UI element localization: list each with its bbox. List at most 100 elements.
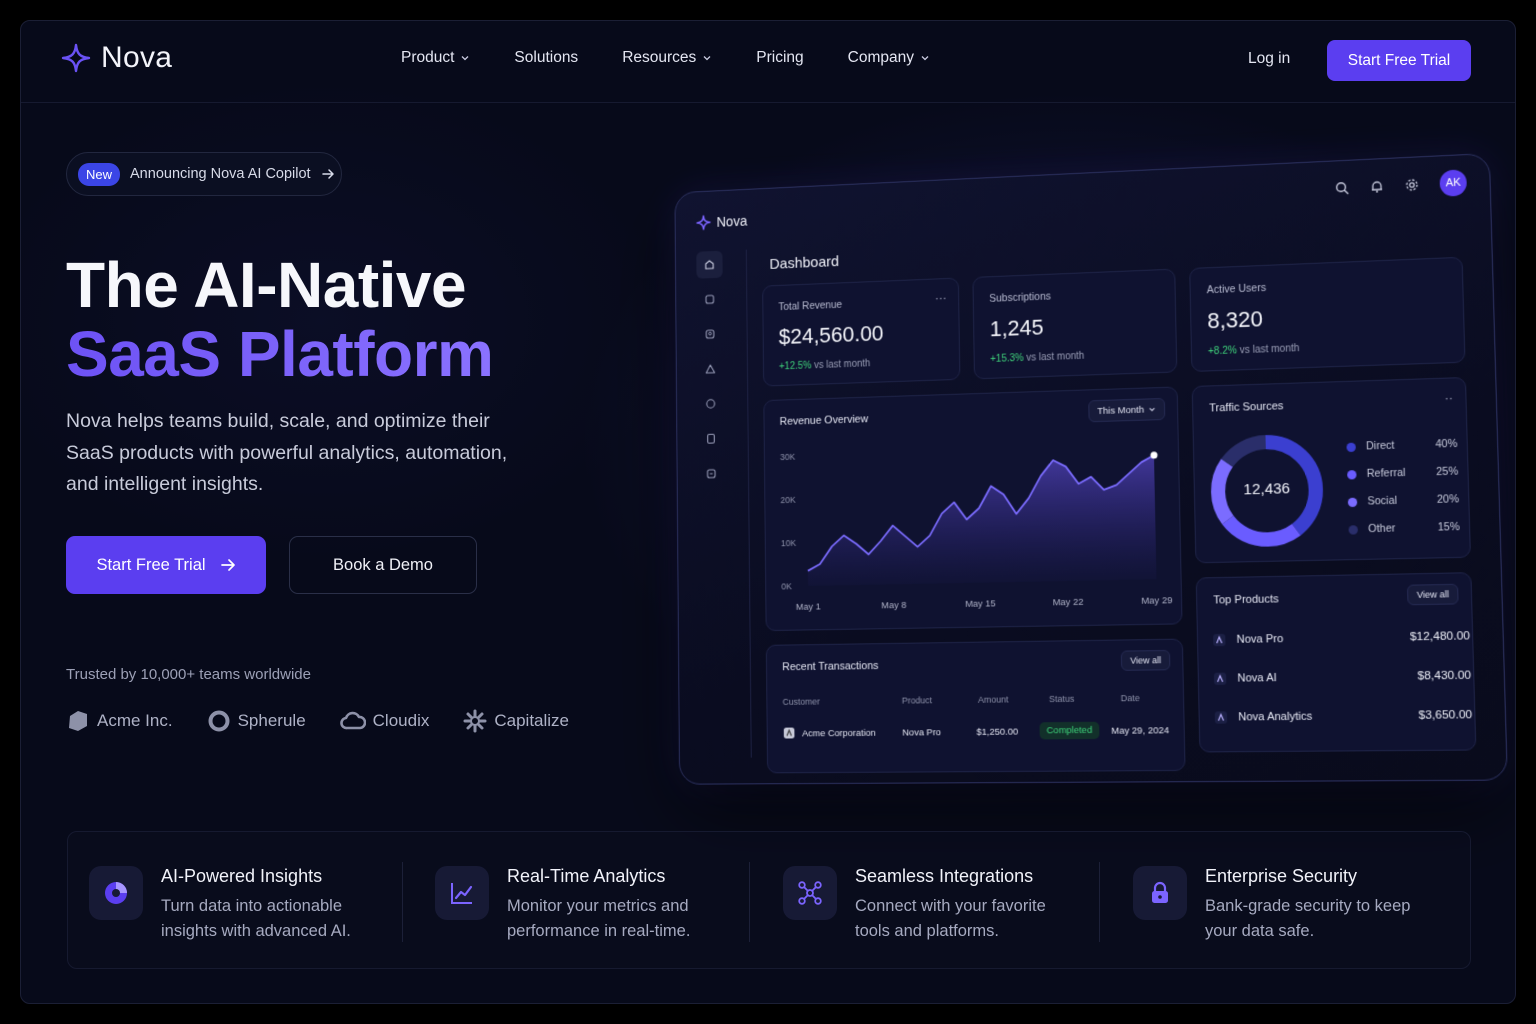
dashboard-preview: Nova AK Dashboard Total Revenue ··· $24,…	[621, 141, 1508, 821]
reports-icon	[705, 433, 716, 445]
feature-divider	[749, 862, 750, 942]
traffic-sources-title: Traffic Sources	[1209, 400, 1284, 415]
column-header-date: Date	[1120, 692, 1140, 704]
x-tick-label: May 15	[965, 598, 996, 609]
feature-title: Enterprise Security	[1205, 866, 1358, 886]
revenue-overview-card: Revenue Overview This Month 0K 10K 20K 30K M…	[763, 386, 1183, 632]
legend-dot	[1347, 469, 1357, 480]
more-options-icon[interactable]: ··	[1444, 391, 1453, 406]
sidebar-item-billing[interactable]	[697, 390, 723, 418]
search-icon[interactable]	[1335, 181, 1350, 196]
top-navigation: Nova Product Solutions Resources Pricing…	[21, 21, 1515, 103]
x-tick-label: May 1	[796, 601, 821, 612]
sidebar-item-analytics[interactable]	[697, 285, 723, 313]
dashboard-brand: Nova	[696, 213, 747, 231]
y-tick-label: 30K	[780, 452, 795, 462]
gear-icon[interactable]	[1404, 178, 1419, 193]
legend-item: Social 20%	[1347, 493, 1462, 508]
product-row[interactable]: Nova Pro $12,480.00	[1212, 629, 1470, 647]
product-icon	[1214, 711, 1228, 724]
brand-logo[interactable]: Nova	[61, 41, 172, 75]
customer-cell: Acme Corporation	[801, 727, 876, 740]
lock-icon	[1133, 866, 1187, 920]
nav-item-solutions[interactable]: Solutions	[514, 49, 578, 67]
revenue-area-chart: 0K 10K 20K 30K May 1 May 8 May 15 May 22 May 29	[780, 452, 1173, 612]
spherule-ring-icon	[208, 710, 230, 732]
column-header-product: Product	[901, 695, 933, 706]
kpi-card-subscriptions: Subscriptions 1,245 +15.3% vs last month	[972, 268, 1178, 380]
sparkle-logo-icon	[61, 43, 91, 73]
product-icon	[1213, 633, 1226, 647]
start-free-trial-nav-button[interactable]: Start Free Trial	[1327, 40, 1471, 81]
feature-title: AI-Powered Insights	[161, 866, 323, 886]
table-row[interactable]: Acme Corporation Nova Pro $1,250.00 Comp…	[767, 640, 1182, 740]
legend-item: Direct 40%	[1346, 438, 1460, 453]
x-tick-label: May 22	[1053, 597, 1084, 608]
trusted-by-text: Trusted by 10,000+ teams worldwide	[66, 666, 311, 683]
nav-item-resources[interactable]: Resources	[622, 49, 712, 67]
features-strip: AI-Powered Insights Turn data into actio…	[67, 831, 1471, 969]
sidebar-item-settings[interactable]	[698, 460, 725, 488]
capitalize-logo: Capitalize	[463, 709, 569, 733]
nav-item-label: Company	[847, 49, 915, 66]
amount-cell: $1,250.00	[976, 726, 1019, 738]
top-products-card: Top Products View all Nova Pro $12,480.0…	[1195, 572, 1477, 753]
bell-icon[interactable]	[1370, 179, 1385, 194]
kpi-delta-suffix: vs last month	[1026, 350, 1085, 364]
kpi-delta: +12.5% vs last month	[779, 358, 870, 372]
legend-item: Other 15%	[1348, 521, 1463, 536]
nav-item-product[interactable]: Product	[401, 49, 470, 67]
legend-label: Direct	[1365, 439, 1395, 453]
kpi-delta-value: +8.2%	[1207, 345, 1238, 358]
product-name: Nova Pro	[1236, 632, 1284, 646]
legend-dot	[1348, 524, 1358, 535]
analytics-icon	[704, 293, 715, 305]
triangle-icon	[705, 363, 716, 375]
sparkle-logo-icon	[696, 215, 711, 231]
kpi-delta-suffix: vs last month	[1239, 343, 1300, 357]
legend-dot	[1346, 442, 1356, 452]
trend-chart-icon	[435, 866, 489, 920]
book-demo-button[interactable]: Book a Demo	[289, 536, 477, 594]
customer-avatar-icon	[783, 727, 795, 739]
view-all-transactions-button[interactable]: View all	[1120, 649, 1171, 671]
page-frame: Nova Product Solutions Resources Pricing…	[20, 20, 1516, 1004]
sidebar-item-home[interactable]	[696, 250, 723, 279]
start-free-trial-button[interactable]: Start Free Trial	[66, 536, 266, 594]
login-link[interactable]: Log in	[1248, 50, 1290, 68]
dashboard-screen: Nova AK Dashboard Total Revenue ··· $24,…	[674, 152, 1508, 785]
y-tick-label: 20K	[780, 495, 795, 505]
announcement-pill[interactable]: New Announcing Nova AI Copilot	[66, 152, 342, 196]
kpi-label: Subscriptions	[989, 290, 1051, 305]
feature-title: Seamless Integrations	[855, 866, 1034, 886]
product-row[interactable]: Nova AI $8,430.00	[1213, 668, 1471, 686]
logo-label: Capitalize	[494, 711, 570, 730]
recent-transactions-title: Recent Transactions	[782, 660, 879, 674]
kpi-value: 8,320	[1207, 306, 1264, 334]
gear-asterisk-icon	[463, 709, 487, 733]
arrow-right-icon	[220, 559, 235, 571]
product-name: Nova AI	[1237, 671, 1277, 685]
feature-description: Turn data into actionable insights with …	[161, 897, 351, 940]
sidebar-item-reports[interactable]	[698, 425, 724, 453]
hero-subtitle: Nova helps teams build, scale, and optim…	[66, 410, 508, 495]
sidebar-item-users[interactable]	[697, 320, 723, 348]
new-badge: New	[78, 162, 121, 186]
y-tick-label: 10K	[781, 538, 796, 548]
nav-item-pricing[interactable]: Pricing	[756, 49, 803, 67]
view-all-products-button[interactable]: View all	[1407, 583, 1459, 606]
product-row[interactable]: Nova Analytics $3,650.00	[1214, 708, 1473, 725]
billing-icon	[705, 398, 716, 410]
kpi-delta: +8.2% vs last month	[1208, 343, 1300, 357]
sidebar-item-alerts[interactable]	[697, 355, 723, 383]
logo-label: Acme Inc.	[97, 711, 173, 730]
ai-insights-icon	[89, 866, 143, 920]
kpi-label: Active Users	[1206, 281, 1267, 297]
legend-percent: 40%	[1435, 437, 1458, 451]
status-badge: Completed	[1039, 721, 1100, 740]
more-options-icon[interactable]: ···	[935, 291, 947, 305]
acme-cube-icon	[69, 711, 87, 731]
nav-item-company[interactable]: Company	[848, 49, 930, 67]
hero-title-line-2: SaaS Platform	[66, 318, 494, 390]
user-avatar[interactable]: AK	[1439, 169, 1468, 197]
